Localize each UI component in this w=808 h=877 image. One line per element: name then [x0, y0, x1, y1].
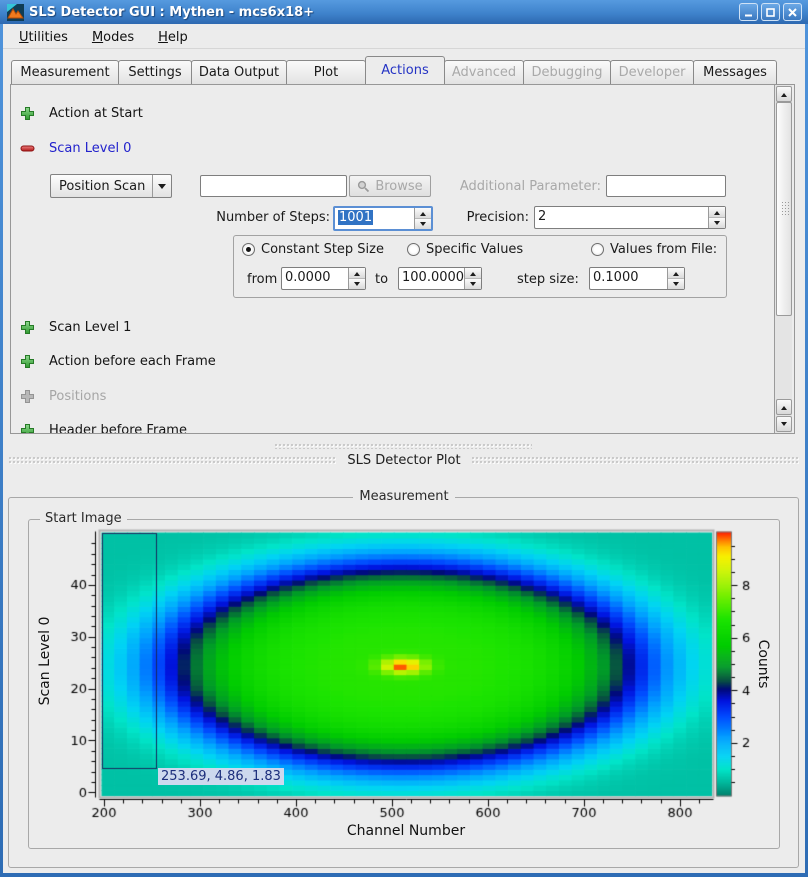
scroll-up-button-bottom[interactable] — [776, 399, 792, 415]
arrow-up-icon — [781, 403, 787, 410]
tab-plot[interactable]: Plot — [286, 60, 366, 84]
arrow-up-icon — [781, 90, 787, 97]
action-before-frame-row[interactable]: Action before each Frame — [20, 352, 216, 370]
number-of-steps-value: 1001 — [338, 210, 373, 225]
scrollbar-thumb[interactable] — [776, 102, 792, 316]
scan-script-input[interactable] — [200, 175, 347, 197]
maximize-button[interactable] — [761, 3, 780, 21]
expand-plus-icon[interactable] — [20, 354, 35, 369]
spin-down-button[interactable] — [668, 279, 684, 289]
expand-plus-icon[interactable] — [20, 423, 35, 435]
arrow-down-icon — [781, 422, 787, 429]
radio-values-from-file-label[interactable]: Values from File: — [610, 242, 717, 258]
scroll-up-button[interactable] — [776, 86, 792, 102]
tab-debugging: Debugging — [523, 60, 611, 84]
radio-specific-values[interactable] — [407, 243, 420, 256]
tab-messages[interactable]: Messages — [693, 60, 777, 84]
precision-label: Precision: — [401, 210, 529, 226]
dock-texture — [471, 456, 800, 464]
splitter-handle[interactable] — [274, 443, 532, 449]
measurement-group-title: Measurement — [0, 489, 808, 504]
number-of-steps-label: Number of Steps: — [191, 210, 330, 226]
scan-level-1-label[interactable]: Scan Level 1 — [49, 320, 131, 335]
app-logo-icon — [7, 4, 24, 21]
radio-constant-step-size-label[interactable]: Constant Step Size — [261, 242, 384, 258]
menu-utilities[interactable]: Utilities — [9, 28, 78, 47]
spin-down-button[interactable] — [465, 279, 481, 289]
action-at-start-row[interactable]: Action at Start — [20, 104, 143, 122]
step-size-spinbox[interactable]: 0.1000 — [589, 267, 685, 290]
positions-row: Positions — [20, 387, 106, 405]
chevron-down-icon — [158, 184, 166, 193]
start-image-group-title: Start Image — [40, 511, 127, 526]
to-value: 100.0000 — [399, 268, 464, 289]
spin-up-button[interactable] — [349, 268, 365, 279]
menu-modes[interactable]: Modes — [82, 28, 144, 47]
step-mode-groupbox: Constant Step Size Specific Values Value… — [233, 235, 727, 298]
vertical-scrollbar[interactable] — [774, 85, 792, 433]
action-before-frame-label[interactable]: Action before each Frame — [49, 354, 216, 369]
action-at-start-label[interactable]: Action at Start — [49, 106, 143, 121]
precision-value: 2 — [535, 207, 708, 228]
expand-plus-icon[interactable] — [20, 106, 35, 121]
step-size-label: step size: — [517, 272, 579, 288]
expand-plus-icon[interactable] — [20, 320, 35, 335]
tab-actions[interactable]: Actions — [365, 56, 445, 84]
positions-label: Positions — [49, 389, 106, 404]
spin-up-button[interactable] — [668, 268, 684, 279]
tab-advanced: Advanced — [444, 60, 524, 84]
spin-down-button[interactable] — [709, 218, 725, 228]
expand-plus-disabled-icon — [20, 389, 35, 404]
tab-data-output[interactable]: Data Output — [191, 60, 287, 84]
menubar: Utilities Modes Help — [3, 26, 805, 49]
tab-developer: Developer — [610, 60, 694, 84]
scan-level-1-row[interactable]: Scan Level 1 — [20, 318, 131, 336]
spin-up-button[interactable] — [465, 268, 481, 279]
minimize-button[interactable] — [739, 3, 758, 21]
browse-button-label: Browse — [375, 179, 422, 194]
y-axis-title: Scan Level 0 — [37, 601, 53, 721]
additional-parameter-input[interactable] — [606, 175, 726, 197]
browse-button: Browse — [349, 175, 431, 197]
colorbar-title: Counts — [755, 606, 771, 722]
scan-level-0-label[interactable]: Scan Level 0 — [49, 141, 131, 156]
scan-mode-value: Position Scan — [51, 179, 152, 194]
dock-texture — [8, 456, 337, 464]
header-before-frame-row[interactable]: Header before Frame — [20, 421, 187, 434]
magnifier-icon — [357, 180, 370, 193]
plot-coordinates-tooltip: 253.69, 4.86, 1.83 — [158, 768, 284, 785]
actions-panel: Action at Start Scan Level 0 Position Sc… — [10, 84, 795, 434]
tab-settings[interactable]: Settings — [118, 60, 192, 84]
spin-up-button[interactable] — [709, 207, 725, 218]
scroll-down-button[interactable] — [776, 416, 792, 432]
plot-dock-titlebar[interactable]: SLS Detector Plot — [8, 452, 800, 468]
scan-level-0-row[interactable]: Scan Level 0 — [20, 139, 131, 157]
additional-parameter-label: Additional Parameter: — [441, 179, 601, 195]
from-label: from — [247, 272, 277, 288]
to-label: to — [375, 272, 388, 288]
tabbar: MeasurementSettingsData OutputPlotAction… — [11, 60, 777, 84]
radio-constant-step-size[interactable] — [242, 243, 255, 256]
collapse-minus-icon[interactable] — [20, 141, 35, 156]
x-axis-title: Channel Number — [106, 823, 706, 839]
step-size-value: 0.1000 — [590, 268, 667, 289]
tab-measurement[interactable]: Measurement — [11, 60, 119, 84]
precision-spinbox[interactable]: 2 — [534, 206, 726, 229]
scan-mode-select[interactable]: Position Scan — [50, 174, 172, 198]
titlebar[interactable]: SLS Detector GUI : Mythen - mcs6x18+ — [0, 0, 808, 24]
from-value: 0.0000 — [282, 268, 348, 289]
plot-dock-title: SLS Detector Plot — [347, 453, 460, 468]
window-title: SLS Detector GUI : Mythen - mcs6x18+ — [29, 5, 739, 20]
header-before-frame-label[interactable]: Header before Frame — [49, 423, 187, 435]
combo-dropdown-button[interactable] — [152, 175, 171, 197]
app-window: SLS Detector GUI : Mythen - mcs6x18+ Uti… — [0, 0, 808, 877]
to-spinbox[interactable]: 100.0000 — [398, 267, 482, 290]
menu-help[interactable]: Help — [148, 28, 198, 47]
radio-specific-values-label[interactable]: Specific Values — [426, 242, 523, 258]
radio-values-from-file[interactable] — [591, 243, 604, 256]
close-button[interactable] — [783, 3, 802, 21]
spin-down-button[interactable] — [349, 279, 365, 289]
from-spinbox[interactable]: 0.0000 — [281, 267, 366, 290]
